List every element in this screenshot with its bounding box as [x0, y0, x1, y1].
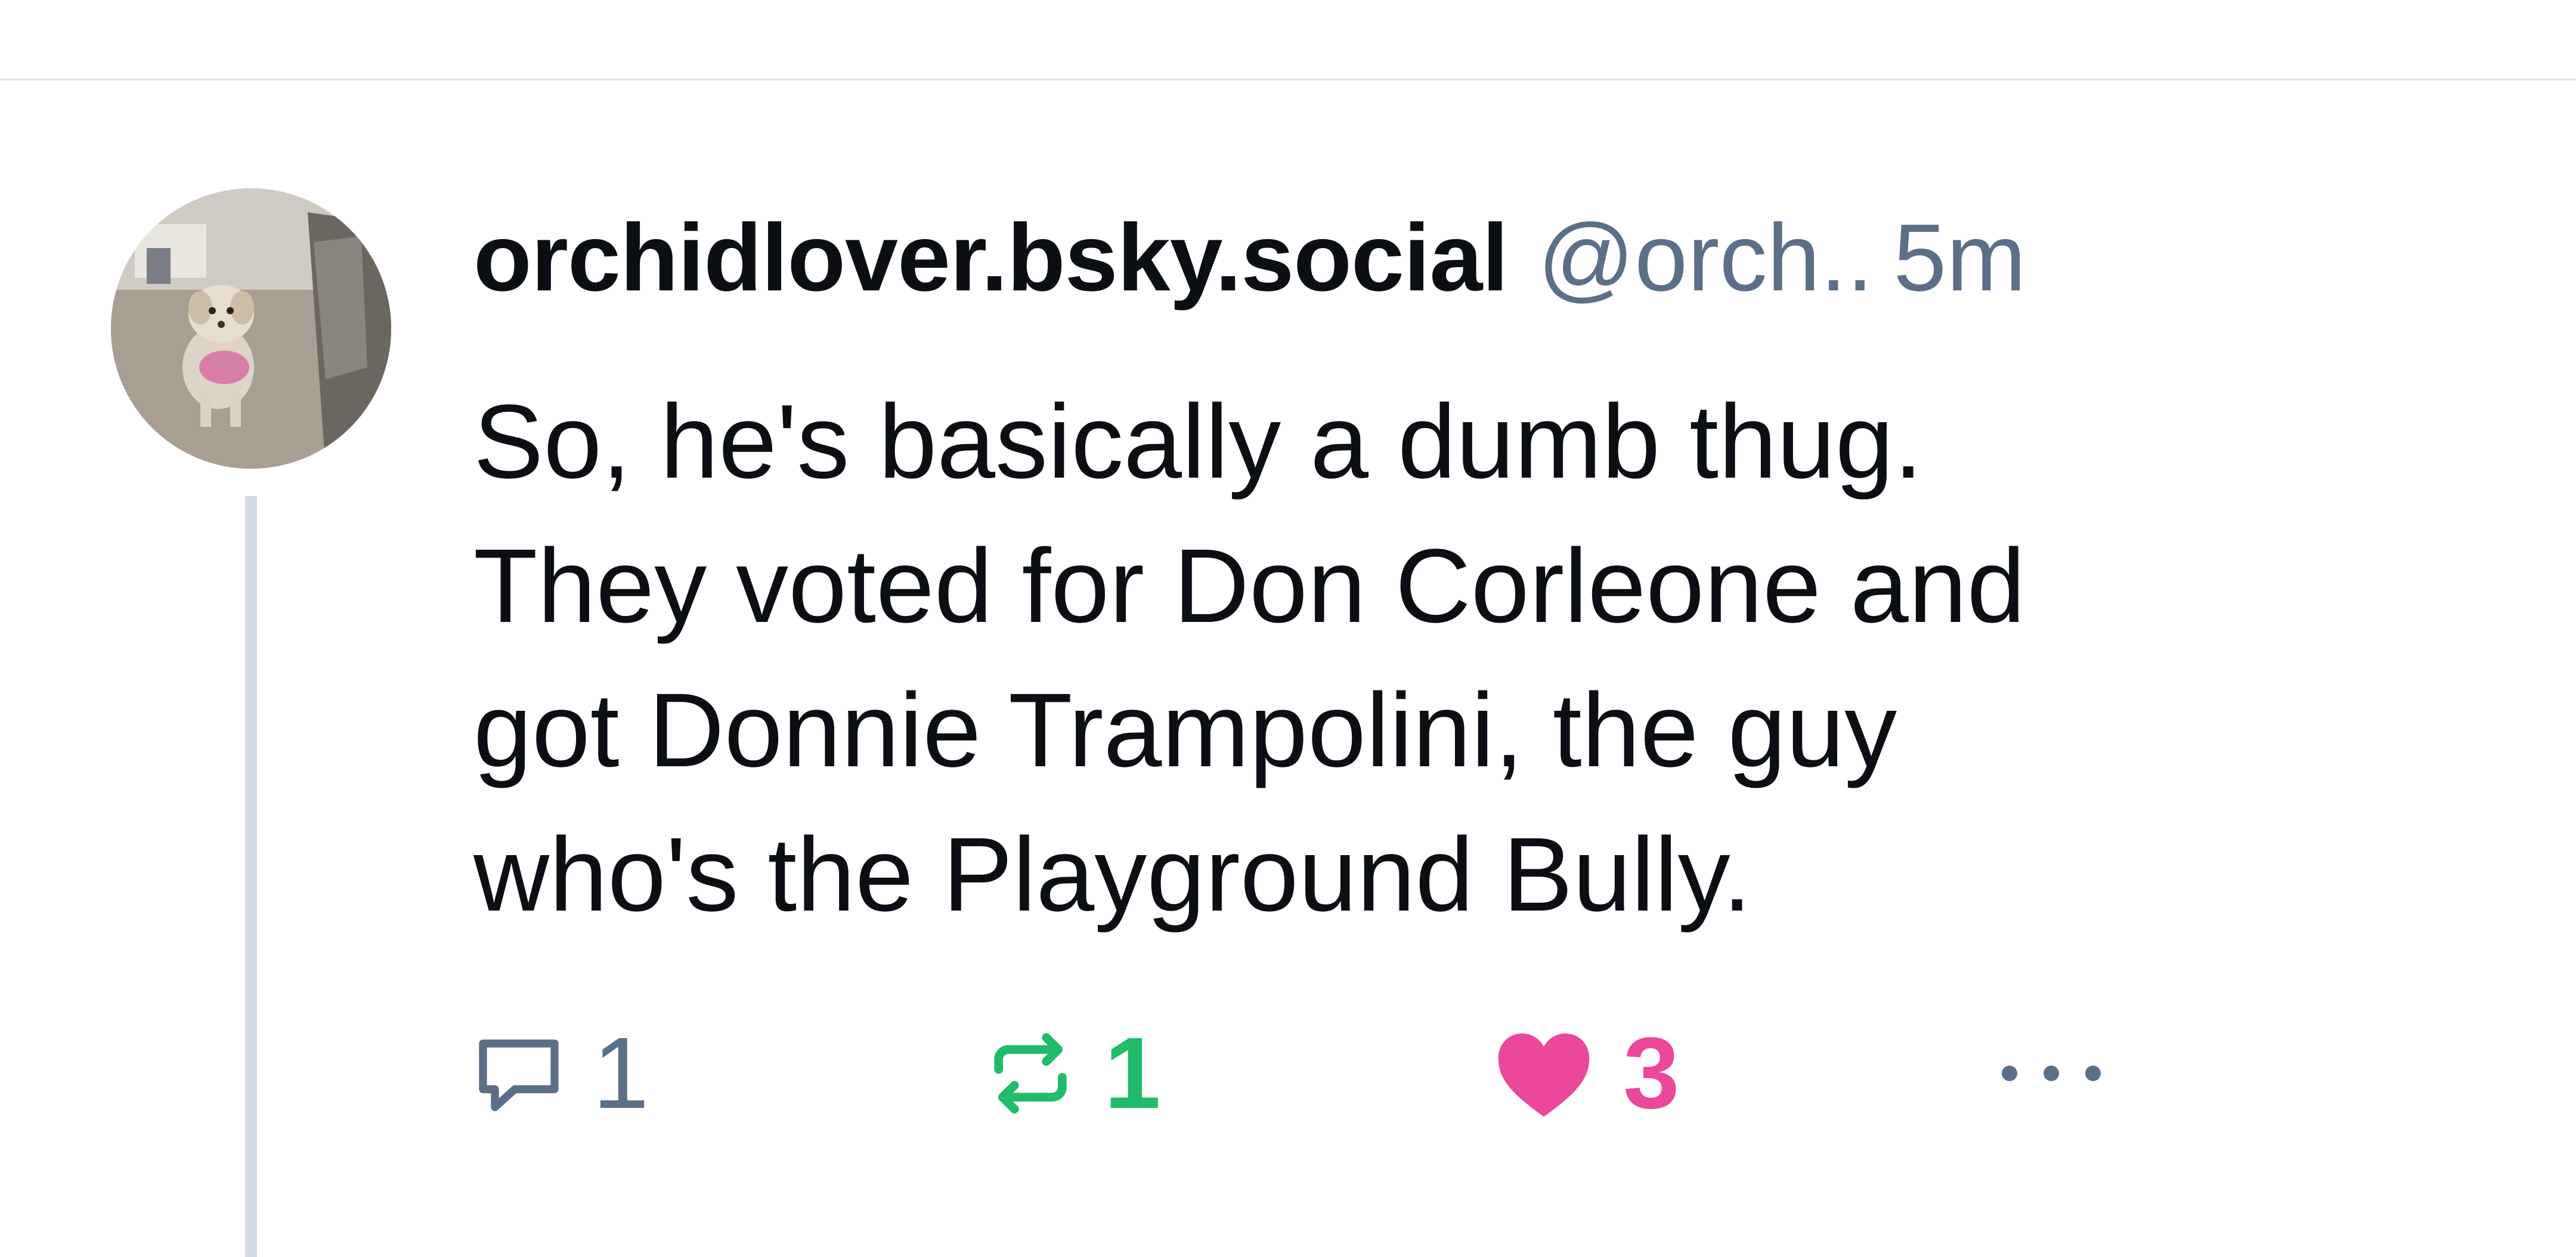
reply-button[interactable]: 1 [471, 1014, 649, 1133]
dog-photo-avatar-icon [111, 188, 391, 469]
post-text-line: who's the Playground Bully. [473, 816, 1752, 933]
like-count: 3 [1623, 1017, 1680, 1130]
reply-bubble-icon [479, 1039, 559, 1112]
timestamp[interactable]: 5m [1893, 203, 2026, 312]
display-name[interactable]: orchidlover.bsky.social [473, 203, 1509, 312]
repost-button[interactable]: 1 [983, 1014, 1161, 1133]
post-header: orchidlover.bsky.social @orch.. 5m [473, 203, 2501, 322]
more-dots-icon [2002, 1066, 2101, 1081]
repost-count: 1 [1104, 1017, 1161, 1130]
post-text: So, he's basically a dumb thug. They vot… [473, 370, 2441, 947]
post-text-line: They voted for Don Corleone and [473, 528, 2026, 645]
reply-count: 1 [593, 1017, 649, 1130]
post-text-line: So, he's basically a dumb thug. [473, 383, 1923, 500]
like-button[interactable]: 3 [1491, 1014, 1680, 1133]
more-options-button[interactable] [1992, 1014, 2111, 1133]
heart-icon [1498, 1033, 1590, 1117]
post-text-line: got Donnie Trampolini, the guy [473, 672, 1897, 789]
top-divider [0, 79, 2576, 81]
thread-line [245, 496, 257, 1257]
handle[interactable]: @orch.. [1538, 203, 1874, 312]
avatar[interactable] [111, 188, 391, 469]
repost-icon [994, 1033, 1067, 1114]
